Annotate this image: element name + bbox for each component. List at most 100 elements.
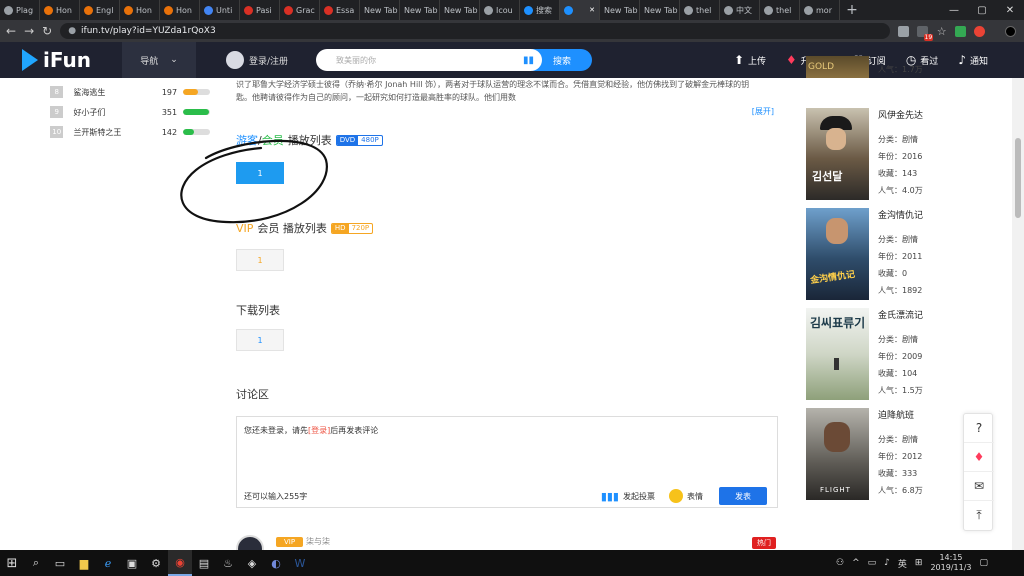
tray-chevron-icon[interactable]: ^ bbox=[852, 558, 860, 568]
back-icon[interactable]: ← bbox=[6, 24, 16, 38]
search-input[interactable]: 致美丽的你 ▮▮ bbox=[316, 49, 543, 71]
search-icon[interactable]: ⌕ bbox=[24, 550, 48, 576]
clock[interactable]: 14:15 2019/11/3 bbox=[930, 553, 971, 573]
browser-tab[interactable]: New Tab bbox=[360, 0, 400, 20]
browser-tab[interactable]: New Tab bbox=[440, 0, 480, 20]
minimize-icon[interactable]: — bbox=[940, 5, 968, 16]
app-icon[interactable]: ◈ bbox=[240, 550, 264, 576]
movie-poster[interactable]: 김씨표류기 bbox=[806, 308, 869, 400]
green-extension-icon[interactable] bbox=[955, 25, 967, 37]
task-view-icon[interactable]: ▭ bbox=[48, 550, 72, 576]
site-logo[interactable]: iFun bbox=[0, 48, 122, 72]
word-icon[interactable]: W bbox=[288, 550, 312, 576]
discord-icon[interactable]: ◐ bbox=[264, 550, 288, 576]
movie-poster[interactable]: 金沟情仇记 bbox=[806, 208, 869, 300]
expand-link[interactable]: [展开] bbox=[752, 106, 774, 117]
browser-tab[interactable]: thel bbox=[680, 0, 720, 20]
windows-start-icon[interactable]: ⊞ bbox=[0, 550, 24, 576]
settings-icon[interactable]: ⚙ bbox=[144, 550, 168, 576]
star-icon[interactable]: ☆ bbox=[936, 26, 947, 37]
browser-tab[interactable]: 中文 bbox=[720, 0, 760, 20]
forward-icon[interactable]: → bbox=[24, 24, 34, 38]
header-action-0[interactable]: ⬆ 上传 bbox=[734, 53, 766, 67]
people-icon[interactable]: ⚇ bbox=[836, 558, 844, 568]
movie-poster[interactable]: 김선달 bbox=[806, 108, 869, 200]
login-link[interactable]: 登录/注册 bbox=[226, 51, 288, 69]
comment-box[interactable]: 您还未登录，请先[登录]后再发表评论 还可以输入255字 ▮▮▮ 发起投票 表情 … bbox=[236, 416, 778, 508]
vip-playlist-title: VIP 会员 播放列表 HD 720P bbox=[236, 220, 374, 236]
rank-title[interactable]: 好小子们 bbox=[73, 107, 150, 118]
profile-icon[interactable] bbox=[1005, 25, 1017, 37]
address-bar[interactable]: ● ifun.tv/play?id=YUZda1rQoX3 bbox=[60, 23, 891, 39]
browser-tab[interactable]: Hon bbox=[120, 0, 160, 20]
window-icon[interactable]: ▤ bbox=[192, 550, 216, 576]
vip-diamond-icon[interactable]: ♦ bbox=[964, 443, 994, 472]
steam-icon[interactable]: ♨ bbox=[216, 550, 240, 576]
download-episode-button[interactable]: 1 bbox=[236, 329, 284, 351]
voice-search-icon[interactable]: ▮▮ bbox=[523, 55, 534, 66]
chrome-icon[interactable]: ◉ bbox=[168, 550, 192, 576]
ranking-row[interactable]: 8 鲨海逃生 197 bbox=[50, 82, 210, 102]
help-icon[interactable]: ? bbox=[964, 414, 994, 443]
back-to-top-icon[interactable]: ⤒ bbox=[964, 501, 994, 530]
emoji-button[interactable]: 表情 bbox=[669, 489, 703, 503]
browser-tab[interactable]: mor bbox=[800, 0, 840, 20]
browser-tab[interactable]: Hon bbox=[40, 0, 80, 20]
movie-title[interactable]: 风伊金先达 bbox=[878, 108, 923, 121]
reload-icon[interactable]: ↻ bbox=[42, 24, 52, 38]
close-tab-icon[interactable]: ✕ bbox=[589, 6, 595, 14]
recommend-item[interactable]: 김씨표류기 金氏漂流记 分类：剧情 年份：2009 收藏：104 人气：1.5万 bbox=[806, 308, 1006, 402]
maximize-icon[interactable]: ▢ bbox=[968, 5, 996, 16]
tab-label: Unti bbox=[216, 5, 233, 15]
ranking-row[interactable]: 9 好小子们 351 bbox=[50, 102, 210, 122]
browser-tab[interactable]: Plag bbox=[0, 0, 40, 20]
rank-title[interactable]: 兰开斯特之王 bbox=[73, 127, 150, 138]
login-label: 登录/注册 bbox=[249, 56, 289, 67]
movie-meta: 分类：剧情 bbox=[878, 235, 918, 244]
movie-title[interactable]: 金沟情仇记 bbox=[878, 208, 923, 221]
network-icon[interactable]: ▭ bbox=[868, 558, 877, 568]
nav-menu-button[interactable]: 导航 ⌄ bbox=[122, 42, 196, 78]
new-tab-icon[interactable]: + bbox=[840, 2, 864, 18]
close-window-icon[interactable]: ✕ bbox=[996, 5, 1024, 16]
recommend-item[interactable]: 김선달 风伊金先达 分类：剧情 年份：2016 收藏：143 人气：4.0万 bbox=[806, 108, 1006, 202]
browser-tab[interactable]: New Tab bbox=[640, 0, 680, 20]
rank-title[interactable]: 鲨海逃生 bbox=[73, 87, 150, 98]
notification-icon[interactable]: ▢ bbox=[979, 558, 988, 568]
vip-episode-button[interactable]: 1 bbox=[236, 249, 284, 271]
browser-tab[interactable]: Unti bbox=[200, 0, 240, 20]
poll-button[interactable]: ▮▮▮ 发起投票 bbox=[601, 490, 655, 503]
movie-title[interactable]: 金氏漂流记 bbox=[878, 308, 923, 321]
ime-mode-icon[interactable]: ⊞ bbox=[915, 558, 923, 568]
shield-extension-icon[interactable] bbox=[974, 25, 986, 37]
browser-tab[interactable]: Pasi bbox=[240, 0, 280, 20]
translate-icon[interactable] bbox=[898, 25, 910, 37]
browser-tab[interactable]: Engl bbox=[80, 0, 120, 20]
recommend-item[interactable]: 金沟情仇记 金沟情仇记 分类：剧情 年份：2011 收藏：0 人气：1892 bbox=[806, 208, 1006, 302]
movie-poster[interactable]: FLIGHT bbox=[806, 408, 869, 500]
browser-tab[interactable]: Hon bbox=[160, 0, 200, 20]
movie-title[interactable]: 迫降航班 bbox=[878, 408, 914, 421]
browser-tab[interactable]: ✕ bbox=[560, 0, 600, 20]
store-icon[interactable]: ▣ bbox=[120, 550, 144, 576]
commenter-name[interactable]: 柒与柒 bbox=[306, 536, 330, 547]
browser-tab[interactable]: New Tab bbox=[400, 0, 440, 20]
movie-poster[interactable]: GOLD bbox=[806, 56, 869, 78]
volume-icon[interactable]: ♪ bbox=[884, 558, 890, 568]
submit-comment-button[interactable]: 发表 bbox=[719, 487, 767, 505]
login-link-inline[interactable]: [登录] bbox=[308, 426, 330, 435]
browser-tab[interactable]: thel bbox=[760, 0, 800, 20]
browser-tab[interactable]: Icou bbox=[480, 0, 520, 20]
browser-tab[interactable]: New Tab bbox=[600, 0, 640, 20]
extension-badge-icon[interactable]: 19 bbox=[917, 25, 934, 41]
page-scrollbar[interactable] bbox=[1012, 78, 1024, 550]
feedback-icon[interactable]: ✉ bbox=[964, 472, 994, 501]
ime-indicator[interactable]: 英 bbox=[898, 557, 907, 570]
browser-tab[interactable]: 搜索 bbox=[520, 0, 560, 20]
file-explorer-icon[interactable]: ▆ bbox=[72, 550, 96, 576]
scrollbar-thumb[interactable] bbox=[1015, 138, 1021, 218]
tab-label: Hon bbox=[56, 5, 72, 15]
browser-tab[interactable]: Essa bbox=[320, 0, 360, 20]
edge-icon[interactable]: ℯ bbox=[96, 550, 120, 576]
browser-tab[interactable]: Grac bbox=[280, 0, 320, 20]
